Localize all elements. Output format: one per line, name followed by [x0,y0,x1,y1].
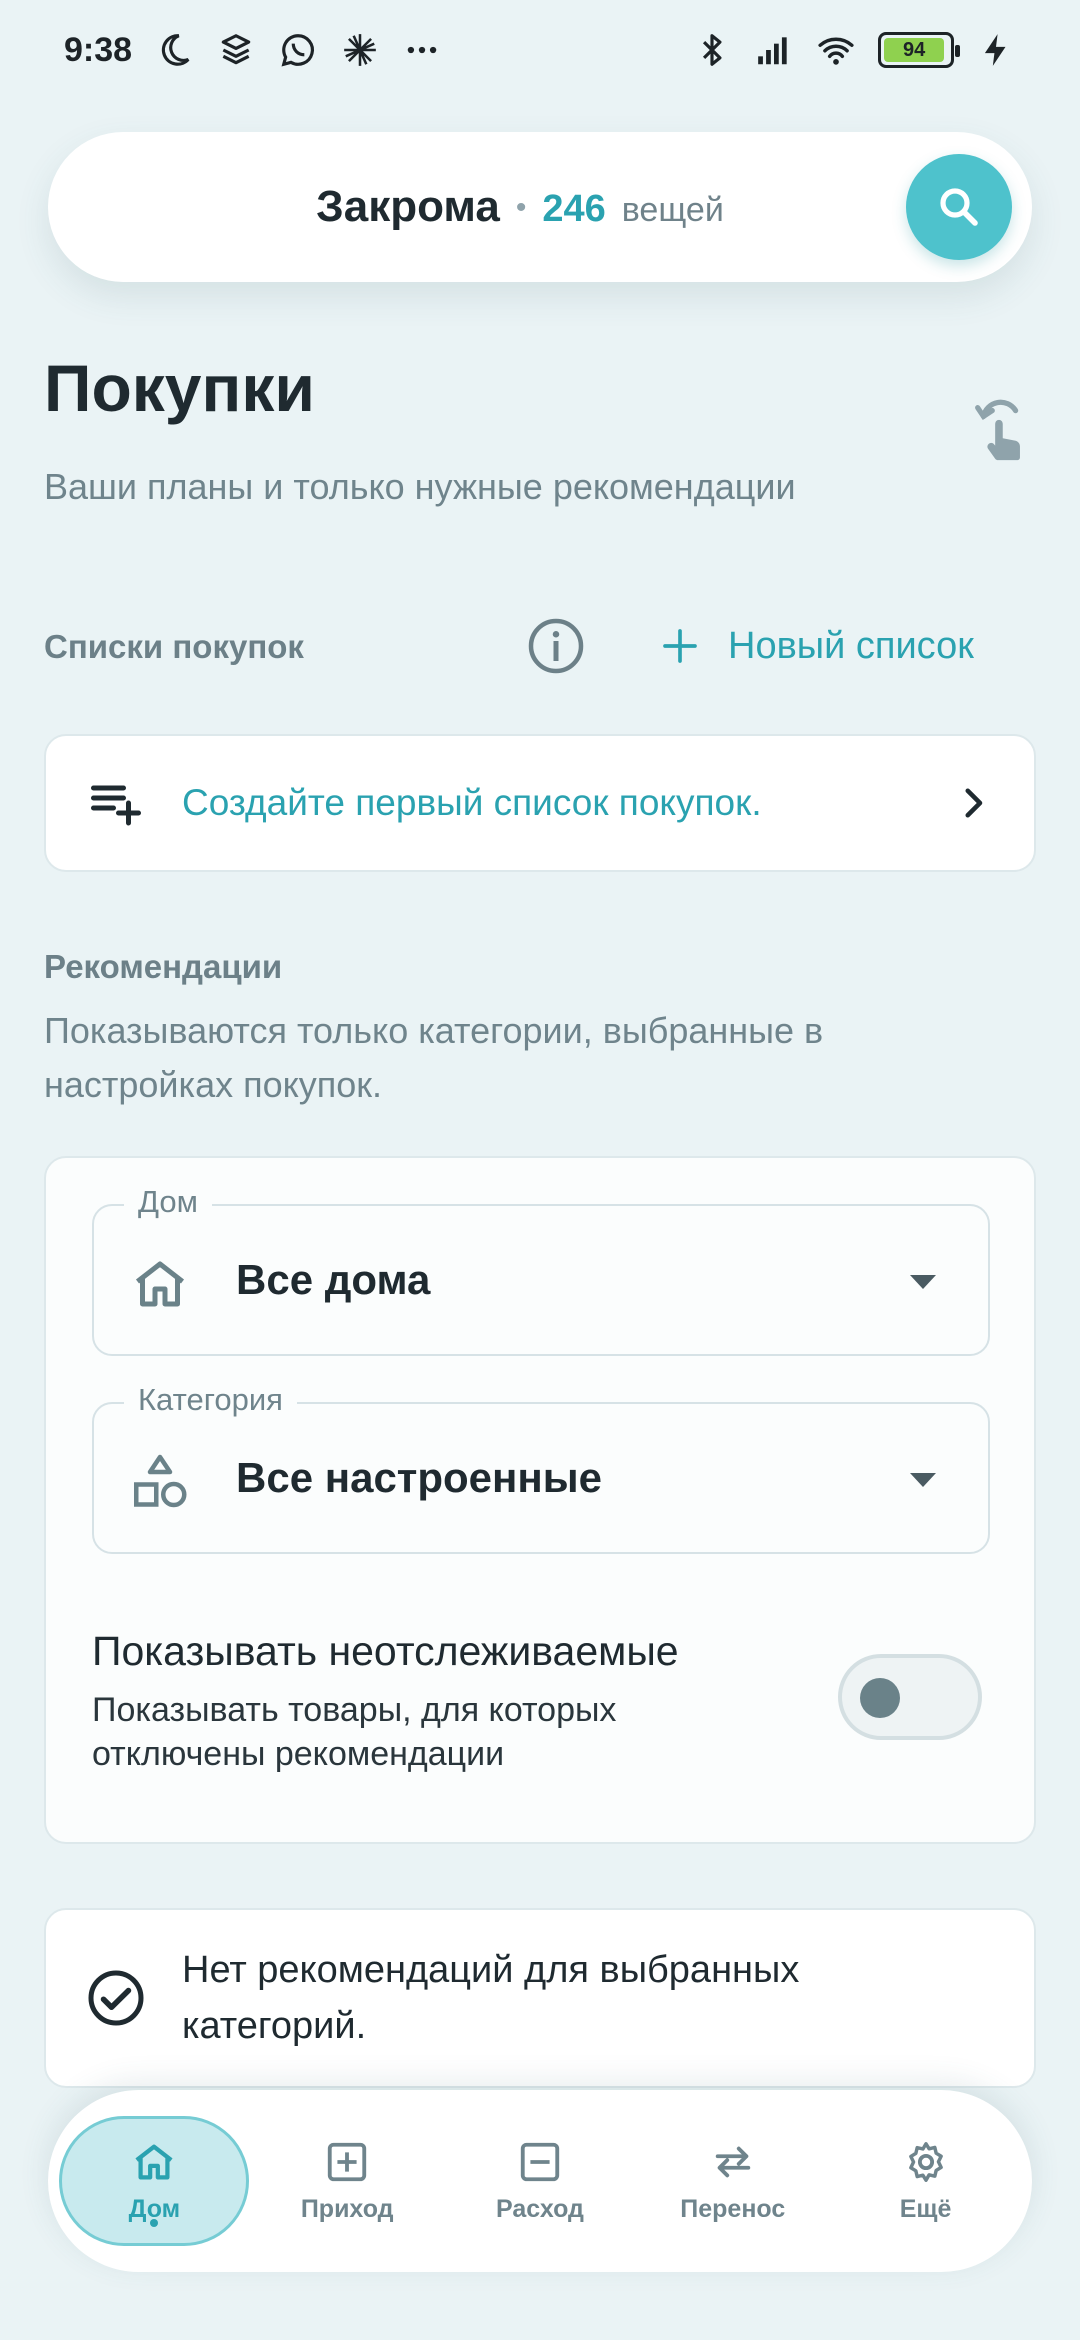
recommendation-filters-card: Дом Все дома Категория Все настроенные П… [44,1156,1036,1844]
nav-item-income[interactable]: Приход [252,2116,442,2246]
category-select-label: Категория [124,1382,297,1418]
moon-icon [154,30,194,70]
more-dots-icon [402,30,442,70]
nav-label-income: Приход [300,2194,394,2223]
toggle-knob [860,1678,900,1718]
bottom-nav: Дом Приход Расход Перенос Ещё [48,2090,1032,2272]
nav-label-expense: Расход [496,2194,584,2223]
nav-label-more: Ещё [899,2194,952,2223]
gesture-tap-icon[interactable] [966,396,1036,466]
whatsapp-icon [278,30,318,70]
page-subtitle: Ваши планы и только нужные рекомендации [44,466,796,507]
lists-section-label: Списки покупок [44,628,304,665]
category-select-value: Все настроенные [236,1454,603,1501]
burst-icon [340,30,380,70]
home-select[interactable]: Дом Все дома [92,1184,990,1356]
check-circle-icon [88,1970,144,2026]
playlist-add-icon [91,785,141,826]
info-icon[interactable] [526,616,586,676]
battery-level: 94 [884,38,945,62]
nav-item-transfer[interactable]: Перенос [638,2116,828,2246]
new-list-label: Новый список [728,624,974,667]
no-recommendations-text: Нет рекомендаций для выбранных категорий… [182,1949,800,2047]
category-select[interactable]: Категория Все настроенные [92,1382,990,1554]
search-icon [940,188,978,226]
plus-icon [663,629,697,663]
dropdown-arrow-icon [910,1473,936,1487]
home-icon [135,2144,173,2179]
search-button[interactable] [906,154,1012,260]
create-first-list-text: Создайте первый список покупок. [182,782,762,823]
page-title: Покупки [44,351,315,425]
app-title: Закрома [316,182,500,231]
bluetooth-icon [692,30,732,70]
nav-item-expense[interactable]: Расход [445,2116,635,2246]
chevron-right-icon [965,788,983,818]
wifi-icon [816,30,856,70]
signal-icon [754,30,794,70]
nav-item-more[interactable]: Ещё [831,2116,1021,2246]
charging-icon [976,30,1016,70]
dropdown-arrow-icon [910,1275,936,1289]
recommendations-section-label: Рекомендации [44,948,283,985]
no-recommendations-card: Нет рекомендаций для выбранных категорий… [44,1908,1036,2088]
status-left: 9:38 [64,30,442,70]
status-time: 9:38 [64,30,133,69]
home-select-label: Дом [124,1184,212,1220]
status-bar: 9:38 94 [0,0,1080,100]
active-indicator-dot [150,2219,159,2227]
create-first-list-card[interactable]: Создайте первый список покупок. [44,734,1036,872]
shapes-icon [134,1454,187,1508]
show-untracked-toggle[interactable] [838,1654,982,1740]
new-list-button[interactable]: Новый список [660,614,974,678]
item-count: 246 [542,188,606,230]
show-untracked-title: Показывать неотслеживаемые [92,1628,679,1674]
status-right: 94 [692,30,1016,70]
battery-icon: 94 [878,32,960,68]
nav-label-transfer: Перенос [680,2194,786,2223]
show-untracked-description: Показывать товары, для которых отключены… [92,1691,617,1773]
gear-icon [908,2141,943,2182]
swap-arrows-icon [715,2146,751,2177]
nav-item-home[interactable]: Дом [59,2116,250,2246]
home-outline-icon [135,1261,185,1307]
home-select-value: Все дома [236,1256,431,1303]
title-separator: • [515,191,527,224]
item-count-unit: вещей [621,191,724,229]
app-header: Закрома • 246 вещей [48,132,1032,282]
shopping-screen: 9:38 94 Закрома • 246 вещей Покупки Ваши… [0,0,1080,2340]
app-title-row: Закрома • 246 вещей [316,182,724,232]
minus-square-icon [520,2142,560,2181]
recommendations-description: Показываются только категории, выбранные… [44,1010,824,1105]
layers-icon [216,30,256,70]
plus-square-icon [328,2142,367,2181]
